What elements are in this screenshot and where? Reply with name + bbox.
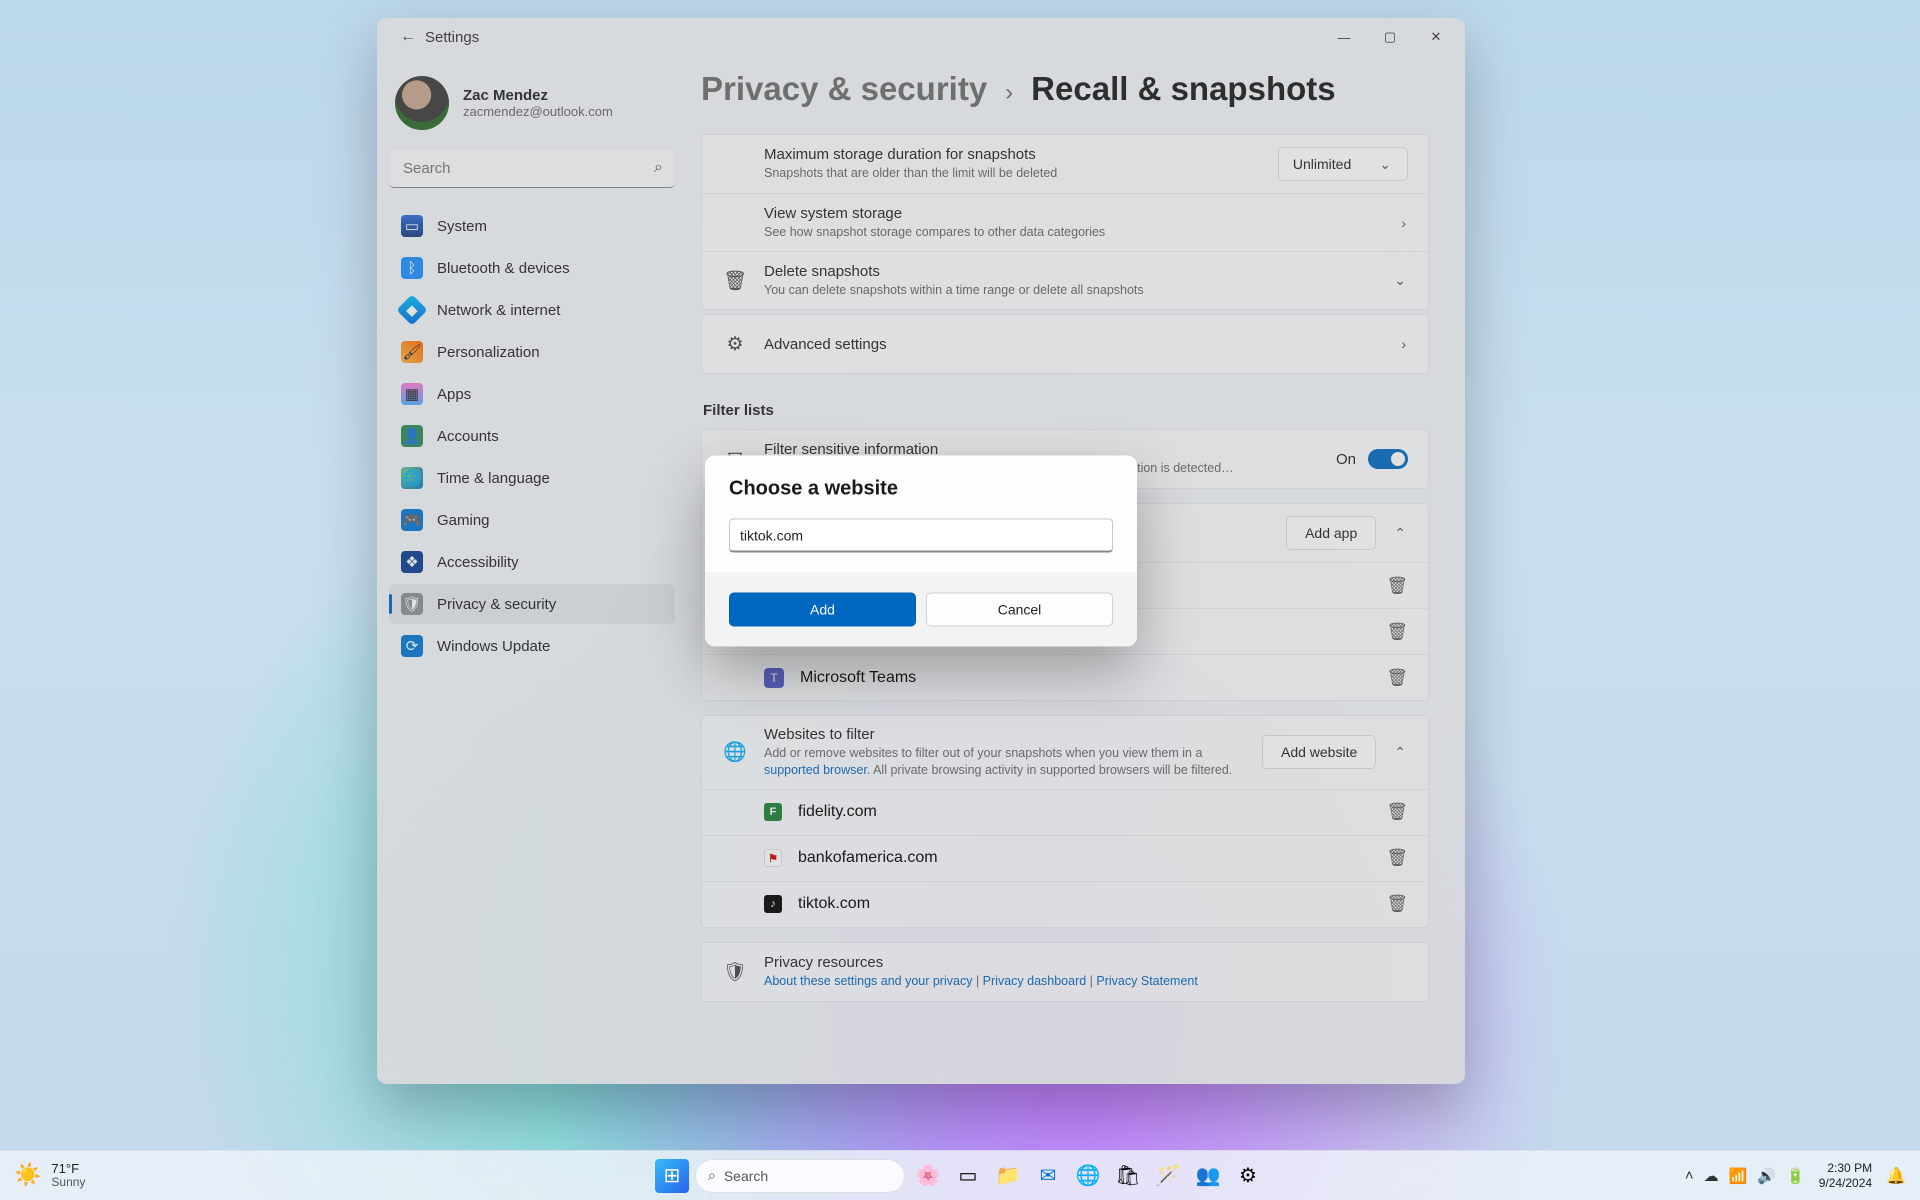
volume-icon[interactable]: 🔊 (1757, 1167, 1776, 1185)
wifi-icon[interactable]: 📶 (1729, 1167, 1748, 1185)
dialog-add-button[interactable]: Add (729, 593, 916, 627)
taskbar: ☀️ 71°F Sunny ⊞ ⌕ Search 🌸 ▭ 📁 ✉ 🌐 🛍 🪄 👥… (0, 1150, 1920, 1200)
store-icon[interactable]: 🛍 (1111, 1159, 1145, 1193)
taskbar-weather[interactable]: ☀️ 71°F Sunny (14, 1162, 85, 1189)
battery-icon[interactable]: 🔋 (1786, 1167, 1805, 1185)
widgets-icon[interactable]: 🌸 (911, 1159, 945, 1193)
system-tray[interactable]: ˄ ☁ 📶 🔊 🔋 (1685, 1167, 1805, 1185)
onedrive-icon[interactable]: ☁ (1704, 1167, 1719, 1185)
teams-icon[interactable]: 👥 (1191, 1159, 1225, 1193)
chevron-up-icon[interactable]: ˄ (1685, 1167, 1694, 1184)
choose-website-dialog: Choose a website Add Cancel (705, 456, 1137, 647)
search-icon: ⌕ (708, 1167, 716, 1184)
edge-icon[interactable]: 🌐 (1071, 1159, 1105, 1193)
notifications-icon[interactable]: 🔔 (1886, 1166, 1906, 1186)
explorer-icon[interactable]: 📁 (991, 1159, 1025, 1193)
taskbar-search[interactable]: ⌕ Search (695, 1159, 905, 1193)
start-button[interactable]: ⊞ (655, 1159, 689, 1193)
task-view-icon[interactable]: ▭ (951, 1159, 985, 1193)
outlook-icon[interactable]: ✉ (1031, 1159, 1065, 1193)
taskbar-center: ⊞ ⌕ Search 🌸 ▭ 📁 ✉ 🌐 🛍 🪄 👥 ⚙ (655, 1159, 1265, 1193)
settings-window: ← Settings — ▢ ✕ Zac Mendez zacmendez@ou… (377, 18, 1465, 1084)
website-url-input[interactable] (729, 519, 1113, 553)
dialog-title: Choose a website (729, 478, 1113, 501)
settings-icon[interactable]: ⚙ (1231, 1159, 1265, 1193)
dialog-cancel-button[interactable]: Cancel (926, 593, 1113, 627)
sun-icon: ☀️ (14, 1162, 41, 1188)
taskbar-clock[interactable]: 2:30 PM 9/24/2024 (1819, 1161, 1872, 1191)
copilot-icon[interactable]: 🪄 (1151, 1159, 1185, 1193)
